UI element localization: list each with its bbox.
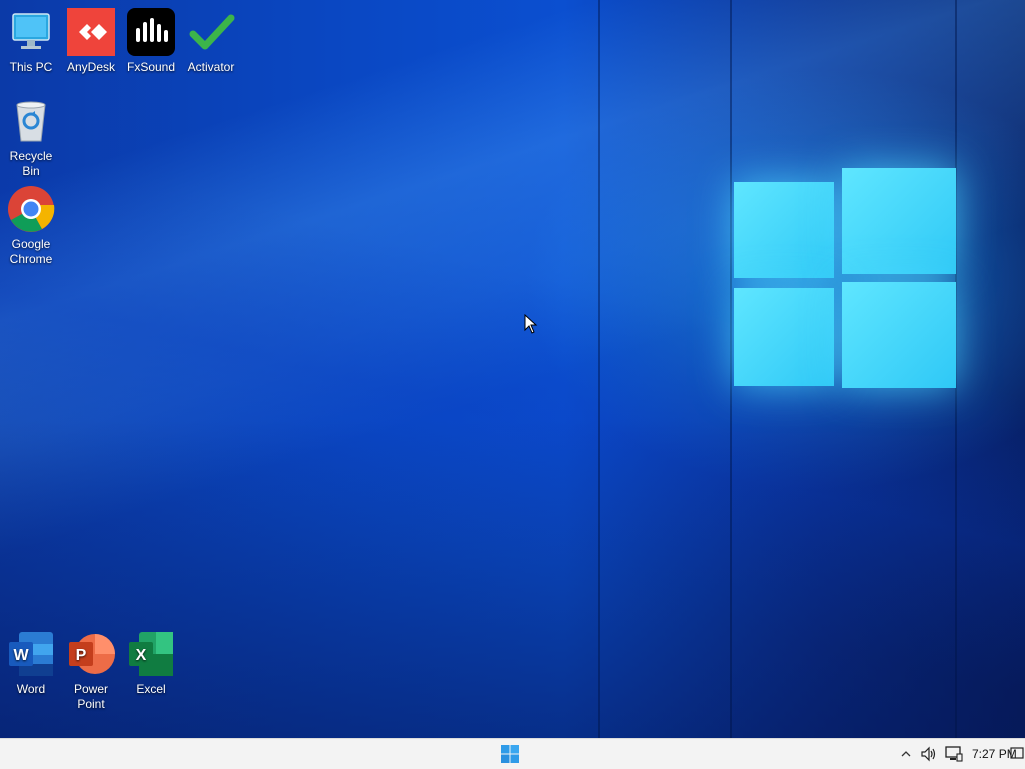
windows-logo-wallpaper xyxy=(734,160,956,388)
word-icon: W xyxy=(9,632,53,676)
desktop-icon-label: FxSound xyxy=(126,60,176,74)
desktop-icon-excel[interactable]: X Excel xyxy=(121,630,181,697)
windows-start-icon[interactable] xyxy=(500,744,520,764)
speaker-icon[interactable] xyxy=(920,745,938,763)
svg-text:X: X xyxy=(136,647,147,664)
fxsound-icon xyxy=(127,8,175,56)
desktop-icon-label: Activator xyxy=(187,60,235,74)
desktop-icon-label: Word xyxy=(16,682,46,696)
desktop-icon-label: AnyDesk xyxy=(66,60,116,74)
svg-text:P: P xyxy=(76,647,87,664)
desktop-icon-label: Recycle Bin xyxy=(9,149,53,178)
desktop-icon-label: This PC xyxy=(9,60,53,74)
wall-line xyxy=(730,0,732,738)
desktop-icon-recycle-bin[interactable]: Recycle Bin xyxy=(1,97,61,179)
svg-text:W: W xyxy=(13,647,29,664)
desktop-icon-this-pc[interactable]: This PC xyxy=(1,8,61,75)
excel-icon: X xyxy=(129,632,173,676)
chevron-up-icon[interactable] xyxy=(900,745,912,763)
desktop-icon-activator[interactable]: Activator xyxy=(181,8,241,75)
wall-line xyxy=(598,0,600,738)
recycle-bin-icon xyxy=(16,101,46,142)
checkmark-icon xyxy=(189,14,235,50)
desktop-icon-label: Power Point xyxy=(73,682,108,711)
anydesk-icon xyxy=(67,8,115,56)
desktop-icon-google-chrome[interactable]: Google Chrome xyxy=(1,185,61,267)
desktop-icon-label: Google Chrome xyxy=(9,237,53,266)
network-icon[interactable] xyxy=(944,745,964,763)
taskbar: 7:27 PM xyxy=(0,738,1025,769)
desktop-icon-fxsound[interactable]: FxSound xyxy=(121,8,181,75)
desktop-icon-anydesk[interactable]: AnyDesk xyxy=(61,8,121,75)
notification-icon[interactable] xyxy=(1010,747,1024,761)
desktop-icon-word[interactable]: W Word xyxy=(1,630,61,697)
desktop-icon-label: Excel xyxy=(136,682,166,696)
mouse-cursor-icon xyxy=(524,314,538,334)
chrome-icon xyxy=(8,186,55,232)
desktop-background: This PC AnyDesk FxSound Activator Recycl… xyxy=(0,0,1025,738)
desktop-icon-powerpoint[interactable]: P Power Point xyxy=(61,630,121,712)
powerpoint-icon: P xyxy=(69,634,115,674)
computer-icon xyxy=(12,13,50,49)
